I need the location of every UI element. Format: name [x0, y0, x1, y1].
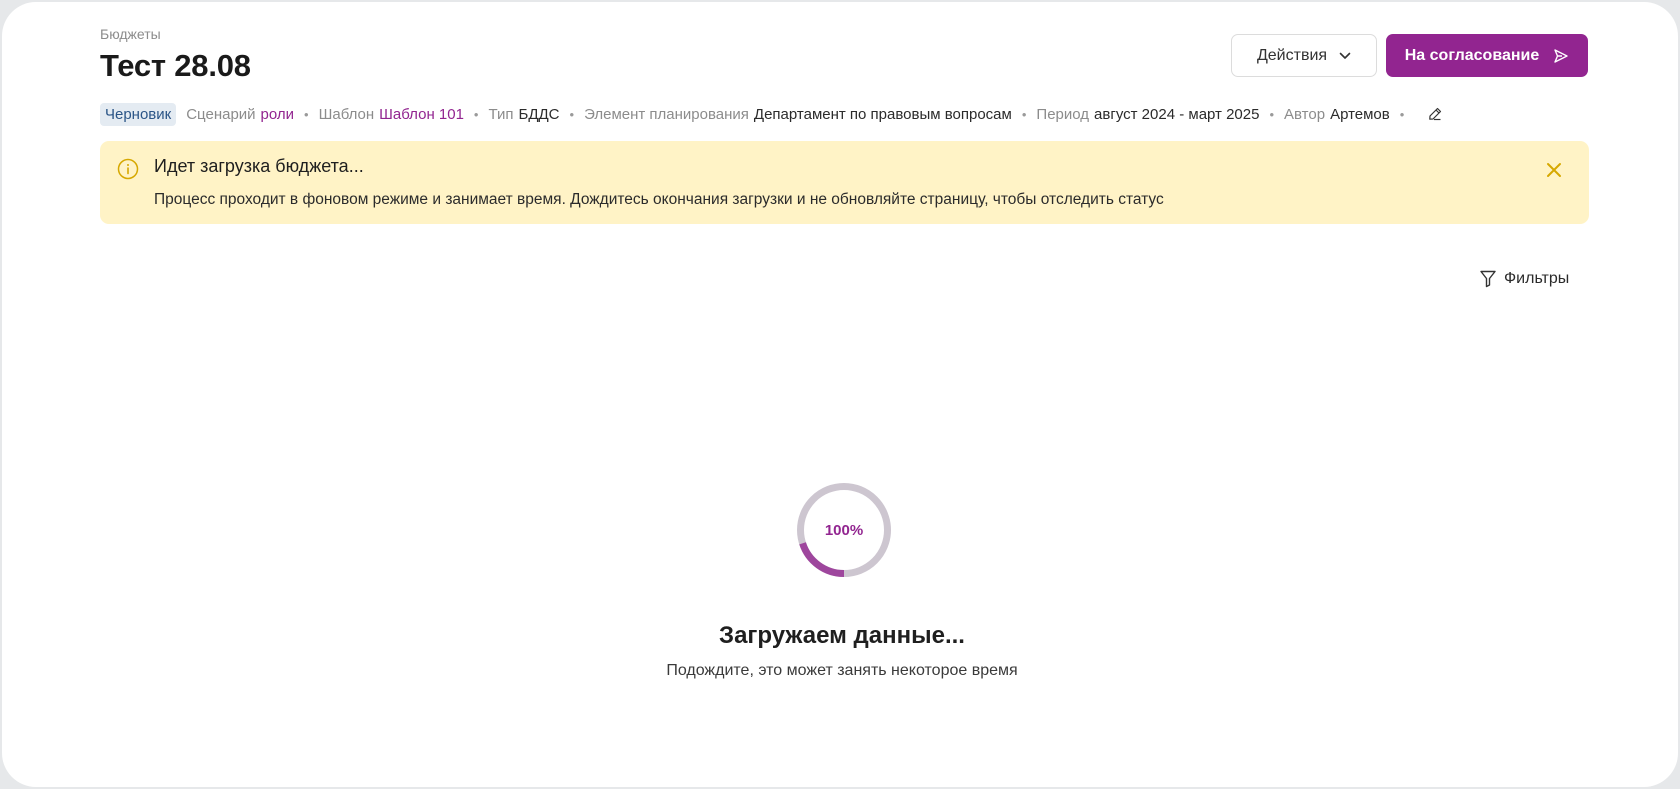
progress-percent: 100% — [824, 521, 864, 539]
filters-label: Фильтры — [1504, 270, 1570, 287]
alert-title: Идет загрузка бюджета... — [154, 156, 364, 176]
scenario-link[interactable]: роли — [261, 106, 295, 123]
template-label: Шаблон — [318, 105, 375, 123]
template-link[interactable]: Шаблон 101 — [379, 106, 464, 123]
period-label: Период — [1036, 105, 1090, 123]
loading-title: Загружаем данные... — [719, 622, 965, 649]
separator-dot: • — [569, 106, 575, 122]
loading-alert: Идет загрузка бюджета... Процесс проходи… — [100, 141, 1589, 224]
submit-label: На согласование — [1404, 46, 1540, 64]
separator-dot: • — [1399, 106, 1405, 122]
alert-message: Процесс проходит в фоновом режиме и зани… — [154, 191, 1164, 208]
separator-dot: • — [304, 106, 309, 122]
scenario-label: Сценарий — [186, 105, 256, 123]
type-label: Тип — [488, 105, 514, 123]
planning-element-label: Элемент планирования — [584, 105, 749, 123]
chevron-down-icon — [1339, 52, 1351, 59]
filters-button[interactable]: Фильтры — [1480, 270, 1569, 288]
loading-subtitle: Подождите, это может занять некоторое вр… — [666, 662, 1018, 679]
edit-pen-icon[interactable] — [1428, 107, 1442, 121]
actions-label: Действия — [1256, 46, 1328, 64]
separator-dot: • — [1021, 106, 1027, 122]
submit-for-approval-button[interactable]: На согласование — [1386, 34, 1588, 77]
author-label: Автор — [1284, 105, 1326, 123]
info-icon — [117, 158, 139, 180]
breadcrumb[interactable]: Бюджеты — [100, 26, 161, 42]
actions-dropdown-button[interactable]: Действия — [1231, 34, 1377, 77]
filter-icon — [1480, 270, 1496, 288]
planning-element-value: Департамент по правовым вопросам — [753, 105, 1012, 123]
budget-meta-row: Черновик Сценарий роли • Шаблон Шаблон 1… — [100, 102, 1442, 126]
author-value: Артемов — [1330, 105, 1390, 123]
period-value: август 2024 - март 2025 — [1094, 105, 1260, 123]
page-title: Тест 28.08 — [100, 48, 251, 83]
loading-progress-ring: 100% — [794, 480, 894, 580]
type-value: БДДС — [518, 105, 560, 123]
separator-dot: • — [1269, 106, 1275, 122]
close-icon[interactable] — [1545, 161, 1563, 179]
app-window: Бюджеты Тест 28.08 Действия На согласова… — [2, 2, 1678, 787]
status-badge: Черновик — [100, 102, 177, 126]
separator-dot: • — [473, 106, 479, 122]
send-icon — [1554, 48, 1568, 63]
